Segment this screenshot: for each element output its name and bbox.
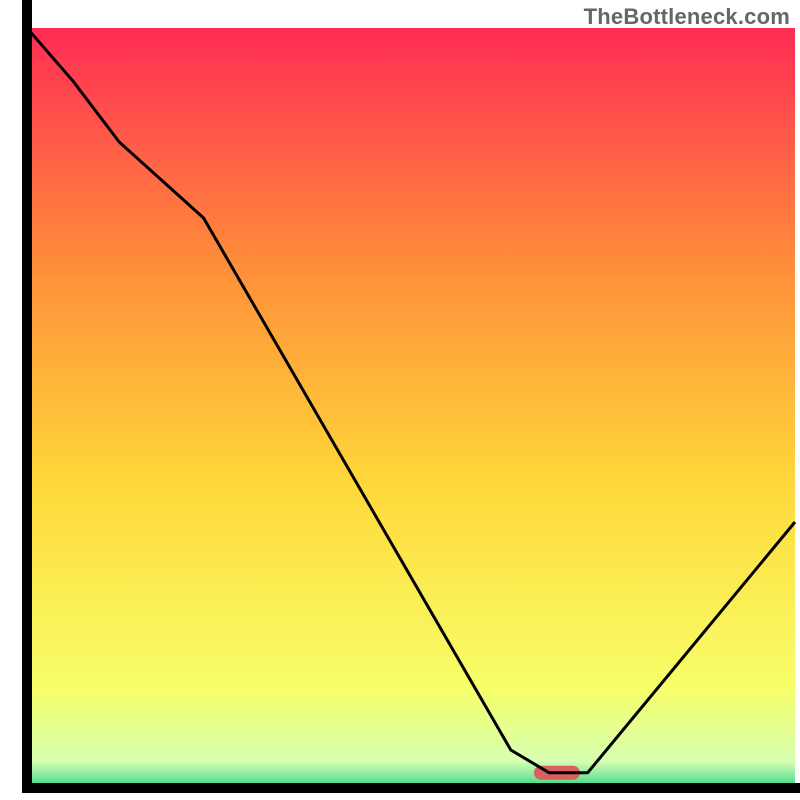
chart-svg [0, 0, 800, 800]
gradient-background [27, 28, 795, 788]
bottleneck-chart [0, 0, 800, 800]
watermark-text: TheBottleneck.com [584, 4, 790, 30]
